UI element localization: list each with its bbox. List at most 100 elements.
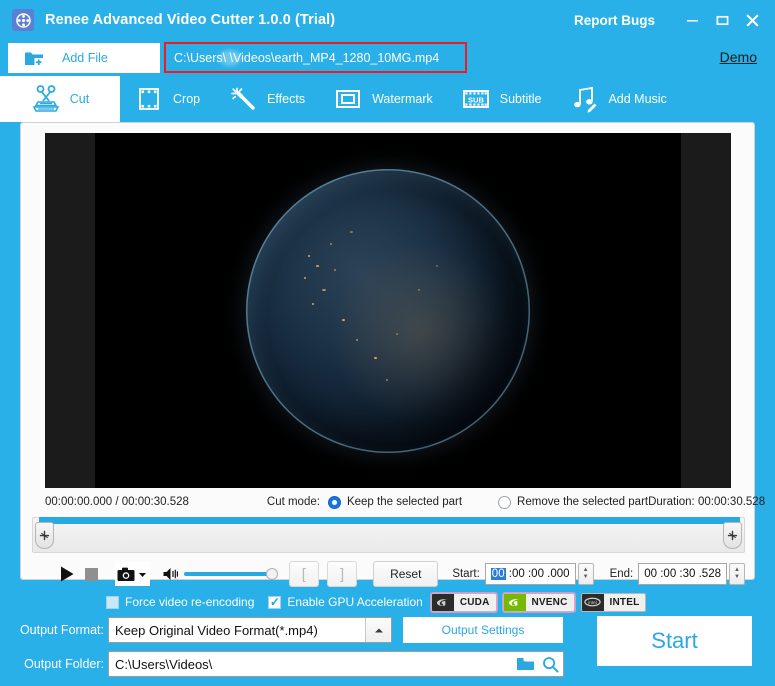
move-handle-icon	[727, 530, 738, 541]
magic-wand-icon	[231, 87, 255, 110]
spinner-up-icon[interactable]: ▲	[583, 567, 589, 574]
video-preview[interactable]	[45, 133, 731, 488]
radio-remove-dot	[498, 495, 512, 509]
reset-button[interactable]: Reset	[373, 561, 439, 587]
output-format-label: Output Format:	[19, 623, 104, 637]
cut-mode-group: Cut mode: Keep the selected part Remove …	[266, 495, 648, 509]
badge-cuda[interactable]: CUDA	[429, 591, 498, 613]
force-reencode-label: Force video re-encoding	[125, 595, 255, 609]
volume-knob[interactable]	[265, 568, 278, 580]
badge-cuda-text: CUDA	[453, 593, 496, 611]
speaker-icon[interactable]	[162, 564, 180, 584]
time-display: 00:00:00.000 / 00:00:30.528	[45, 496, 189, 508]
tab-effects[interactable]: Effects	[214, 76, 319, 122]
start-millis[interactable]: .000	[547, 568, 569, 580]
trim-handle-right[interactable]	[723, 522, 742, 549]
camera-icon	[117, 567, 135, 581]
end-hours[interactable]: 00	[644, 568, 657, 580]
output-folder-input[interactable]: C:\Users\Videos\	[108, 651, 564, 677]
playback-controls: [ ] Reset Start: 00 : 00 : 00 .000 ▲ ▼ E…	[32, 554, 745, 594]
trim-handle-left[interactable]	[35, 522, 54, 549]
output-folder-value: C:\Users\Videos\	[115, 656, 213, 672]
mark-out-button[interactable]: ]	[326, 561, 358, 587]
start-time-label: Start:	[452, 568, 480, 580]
tab-crop-label: Crop	[173, 92, 201, 106]
output-format-select[interactable]: Keep Original Video Format(*.mp4)	[108, 617, 392, 643]
nvidia-logo-icon	[503, 593, 526, 611]
output-format-value: Keep Original Video Format(*.mp4)	[115, 622, 318, 638]
end-time-spinner[interactable]: ▲ ▼	[729, 563, 745, 585]
tab-subtitle[interactable]: SUB Subtitle	[447, 76, 556, 122]
badge-intel[interactable]: intel INTEL	[580, 592, 647, 612]
titlebar-right-group: Report Bugs	[574, 0, 775, 40]
start-minutes[interactable]: 00	[512, 568, 525, 580]
magnifier-icon[interactable]	[537, 653, 563, 675]
add-file-button[interactable]: Add File	[8, 43, 160, 73]
page-title: Renee Advanced Video Cutter 1.0.0 (Trial…	[45, 12, 336, 28]
stop-icon[interactable]	[82, 563, 100, 585]
snapshot-button[interactable]	[114, 562, 150, 586]
volume-slider[interactable]	[183, 565, 278, 583]
film-crop-icon	[139, 88, 159, 110]
gpu-acceleration-box	[268, 595, 282, 609]
end-seconds[interactable]: 30	[683, 568, 696, 580]
badge-nvenc-text: NVENC	[525, 593, 574, 611]
output-settings-button[interactable]: Output Settings	[403, 617, 563, 643]
file-path-box[interactable]: C:\Users\ \Videos\earth_MP4_1280_10MG.mp…	[164, 42, 467, 73]
play-icon[interactable]	[58, 563, 76, 585]
end-time-input[interactable]: 00 : 00 : 30 .528	[638, 563, 727, 585]
start-button[interactable]: Start	[597, 616, 752, 666]
move-handle-icon	[39, 530, 50, 541]
spinner-down-icon[interactable]: ▼	[734, 574, 740, 581]
tab-cut-label: Cut	[69, 92, 90, 106]
spinner-up-icon[interactable]: ▲	[734, 567, 740, 574]
mark-in-button[interactable]: [	[288, 561, 319, 587]
sub-film-icon: SUB	[462, 90, 489, 108]
cut-mode-label: Cut mode:	[266, 496, 320, 508]
badge-nvenc[interactable]: NVENC	[501, 591, 576, 613]
chevron-up-icon[interactable]	[365, 618, 391, 642]
gpu-acceleration-label: Enable GPU Acceleration	[287, 595, 423, 609]
close-icon[interactable]	[737, 0, 767, 40]
report-bugs-link[interactable]: Report Bugs	[574, 13, 655, 28]
end-minutes[interactable]: 00	[663, 568, 676, 580]
force-reencode-checkbox[interactable]: Force video re-encoding	[106, 595, 254, 609]
main-panel: 00:00:00.000 / 00:00:30.528 Cut mode: Ke…	[20, 122, 765, 587]
add-file-label: Add File	[62, 51, 108, 65]
music-note-icon	[574, 86, 597, 113]
folder-icon[interactable]	[513, 653, 537, 675]
volume-track	[183, 572, 272, 576]
radio-keep-selected-part[interactable]: Keep the selected part	[327, 495, 463, 509]
start-time-input[interactable]: 00 : 00 : 00 .000	[484, 563, 576, 585]
redacted-username-blur	[219, 49, 241, 66]
timeline-track[interactable]	[32, 517, 745, 553]
demo-link[interactable]: Demo	[720, 49, 757, 65]
minimize-icon[interactable]	[677, 0, 707, 40]
gpu-acceleration-checkbox[interactable]: Enable GPU Acceleration	[268, 595, 423, 609]
timeline-selection-bar[interactable]	[39, 517, 740, 524]
start-time-group: Start: 00 : 00 : 00 .000 ▲ ▼	[452, 563, 594, 585]
force-reencode-box	[106, 595, 119, 609]
tab-cut[interactable]: Cut	[0, 76, 120, 122]
start-seconds[interactable]: 00	[531, 568, 544, 580]
end-millis[interactable]: .528	[699, 568, 721, 580]
radio-keep-label: Keep the selected part	[346, 496, 463, 508]
radio-remove-selected-part[interactable]: Remove the selected part	[498, 495, 648, 509]
duration-display: Duration: 00:00:30.528	[648, 496, 766, 508]
file-bar: Add File C:\Users\ \Videos\earth_MP4_128…	[0, 40, 775, 76]
tab-watermark[interactable]: Watermark	[319, 76, 447, 122]
maximize-icon[interactable]	[707, 0, 737, 40]
earth-rim	[246, 169, 530, 453]
start-time-spinner[interactable]: ▲ ▼	[577, 563, 594, 585]
earth-globe-image	[246, 168, 530, 453]
tab-add-music[interactable]: Add Music	[555, 76, 680, 122]
start-hours[interactable]: 00	[490, 568, 506, 580]
tab-effects-label: Effects	[267, 92, 306, 106]
letterbox-right	[681, 133, 731, 488]
tab-crop[interactable]: Crop	[120, 76, 214, 122]
tab-add-music-label: Add Music	[608, 92, 667, 106]
file-path-text: C:\Users\ \Videos\earth_MP4_1280_10MG.mp…	[174, 50, 440, 65]
letterbox-left	[45, 133, 95, 488]
film-reel-icon	[12, 9, 34, 31]
spinner-down-icon[interactable]: ▼	[583, 574, 589, 581]
